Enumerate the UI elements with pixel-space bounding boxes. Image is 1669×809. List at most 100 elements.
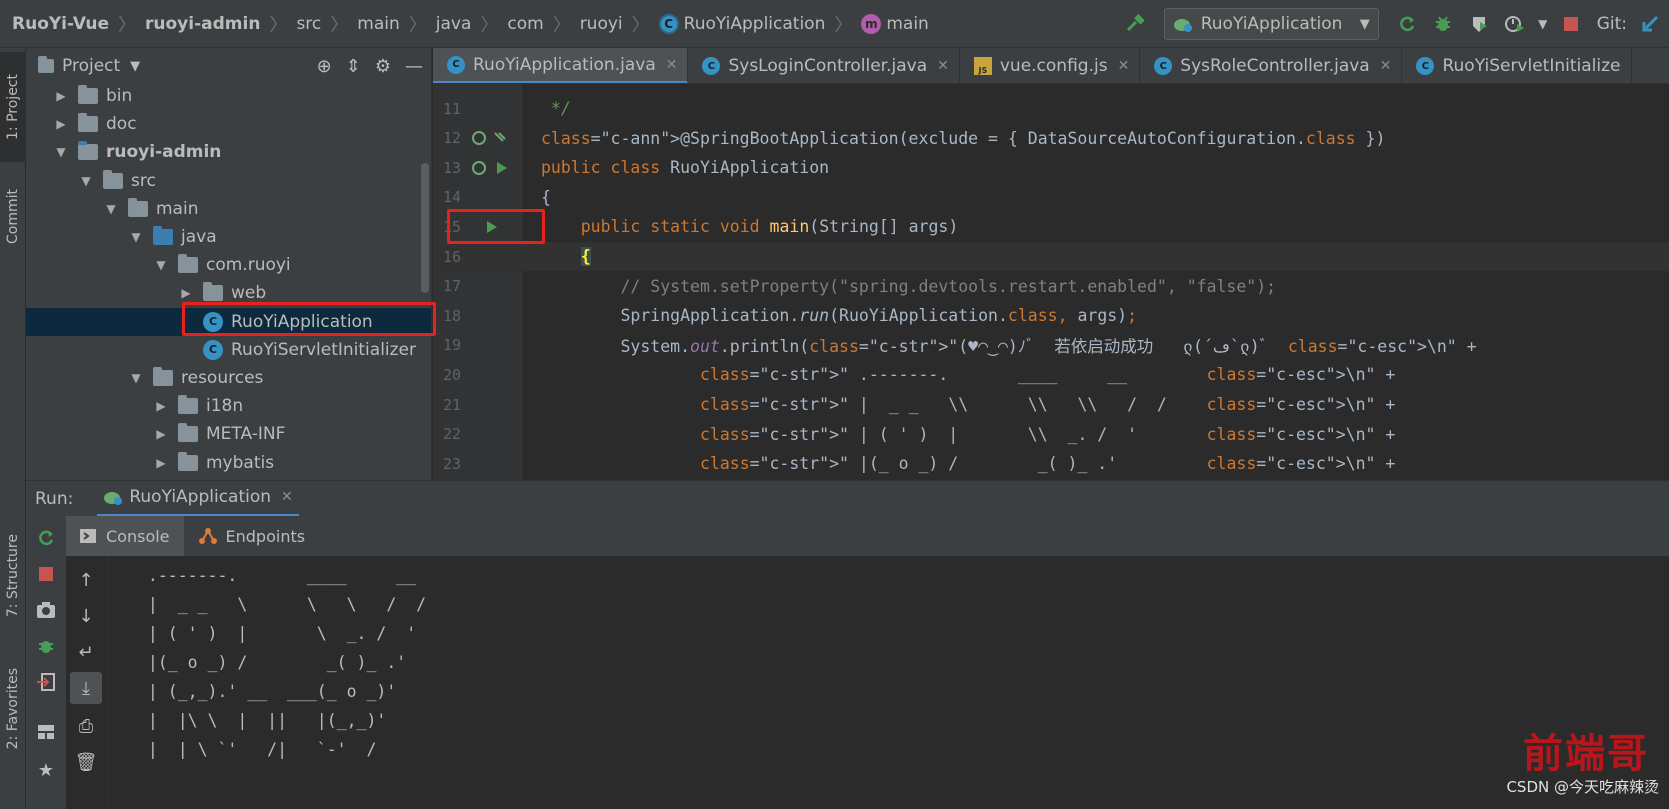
debug-icon[interactable] [1428, 9, 1458, 39]
code-line[interactable]: 17 // System.setProperty("spring.devtool… [433, 272, 1669, 301]
tree-item-doc[interactable]: ▶ doc [26, 110, 431, 138]
camera-icon[interactable] [26, 594, 66, 626]
tree-item-bin[interactable]: ▶ bin [26, 84, 431, 110]
console-output[interactable]: .-------. ____ __ | _ _ \ \ \ / / | ( ' … [108, 556, 1669, 809]
locate-icon[interactable]: ⊕ [317, 56, 332, 77]
rerun-icon[interactable] [1392, 9, 1422, 39]
tab-ruoyiapplication-java[interactable]: C RuoYiApplication.java ✕ [433, 48, 689, 83]
run-configuration-select[interactable]: RuoYiApplication ▼ [1163, 8, 1379, 40]
tab-console[interactable]: Console [66, 516, 184, 556]
code-line[interactable]: 21 class="c-str">" | _ _ \\ \\ \\ / / cl… [433, 390, 1669, 419]
chevron-right-icon[interactable]: ▶ [154, 456, 168, 470]
tab-project[interactable]: 1: Project [0, 52, 26, 162]
chevron-down-icon[interactable]: ▼ [154, 258, 168, 272]
tab-favorites[interactable]: 2: Favorites [0, 654, 26, 764]
breadcrumb-item-ruoyi[interactable]: ruoyi [580, 14, 623, 34]
chevron-down-icon[interactable]: ▼ [129, 230, 143, 244]
project-tree-scrollbar[interactable] [421, 163, 429, 293]
close-icon[interactable]: ✕ [281, 489, 293, 505]
layout-icon[interactable] [26, 716, 66, 748]
git-update-icon[interactable] [1636, 9, 1666, 39]
hammer-icon[interactable] [1121, 9, 1151, 39]
chevron-right-icon[interactable]: ▶ [54, 117, 68, 131]
gear-icon[interactable]: ⚙ [375, 56, 391, 77]
scroll-to-end-icon[interactable]: ⤓ [70, 672, 102, 704]
pin-icon[interactable]: ★ [26, 754, 66, 786]
breadcrumb-item-module[interactable]: ruoyi-admin [145, 14, 260, 34]
code-line[interactable]: 22 class="c-str">" | ( ' ) | \\ _. / ' c… [433, 420, 1669, 449]
close-icon[interactable]: ✕ [666, 57, 678, 73]
tree-item-resources[interactable]: ▼ resources [26, 364, 431, 392]
arrow-down-icon[interactable]: ↓ [66, 600, 106, 632]
chevron-down-icon[interactable]: ▼ [129, 371, 143, 385]
breadcrumb-item-method[interactable]: m main [861, 13, 929, 34]
profile-icon[interactable] [1500, 9, 1530, 39]
collapse-all-icon[interactable]: ⇕ [346, 56, 361, 77]
project-panel-title[interactable]: Project [62, 56, 120, 76]
run-tab-ruoyiapplication[interactable]: RuoYiApplication ✕ [97, 481, 299, 517]
rerun-icon[interactable] [26, 522, 66, 554]
breadcrumb-item-java[interactable]: java [436, 14, 472, 34]
tab-commit[interactable]: Commit [0, 174, 26, 258]
chevron-down-icon[interactable]: ▼ [54, 145, 68, 159]
code-line[interactable]: 23 class="c-str">" |(_ o _) / _( )_ .' c… [433, 449, 1669, 478]
tree-item-mybatis[interactable]: ▶ mybatis [26, 449, 431, 477]
trash-icon[interactable]: 🗑 [66, 746, 106, 778]
login-icon[interactable] [26, 666, 66, 698]
code-editor[interactable]: 11 */ 12 class="c-ann">@SpringBootApplicat… [433, 84, 1669, 480]
code-line[interactable]: 19 System.out.println(class="c-str">"(♥◠… [433, 331, 1669, 360]
print-icon[interactable]: ⎙ [66, 710, 106, 742]
chevron-right-icon[interactable]: ▶ [179, 286, 193, 300]
code-line[interactable]: 20 class="c-str">" .-------. ____ __ cla… [433, 360, 1669, 389]
tab-structure[interactable]: 7: Structure [0, 518, 26, 634]
tab-ruoyiservletinitializer-java[interactable]: C RuoYiServletInitialize [1402, 48, 1632, 83]
tab-endpoints[interactable]: Endpoints [184, 516, 320, 556]
tree-item-com-ruoyi[interactable]: ▼ com.ruoyi [26, 251, 431, 279]
breadcrumb-item-project[interactable]: RuoYi-Vue [12, 14, 109, 34]
close-icon[interactable]: ✕ [937, 58, 949, 74]
tab-sysrolecontroller-java[interactable]: C SysRoleController.java ✕ [1140, 48, 1403, 83]
run-gutter-icon[interactable] [471, 159, 515, 177]
chevron-down-icon[interactable]: ▼ [104, 202, 118, 216]
code-line[interactable]: 11 */ [433, 94, 1669, 123]
code-line[interactable]: 16 { [433, 242, 1669, 271]
tree-item-java[interactable]: ▼ java [26, 223, 431, 251]
chevron-right-icon[interactable]: ▶ [154, 399, 168, 413]
bean-icon[interactable] [471, 129, 515, 147]
tree-item-meta-inf[interactable]: ▶ META-INF [26, 420, 431, 448]
line-number: 20 [442, 365, 461, 384]
code-line[interactable]: 12 class="c-ann">@SpringBootApplication(e… [433, 124, 1669, 153]
coverage-icon[interactable] [1464, 9, 1494, 39]
run-gutter-icon[interactable] [487, 220, 497, 233]
close-icon[interactable]: ✕ [1380, 58, 1392, 74]
stop-icon[interactable] [1556, 9, 1586, 39]
breadcrumb-item-main[interactable]: main [357, 14, 399, 34]
chevron-down-icon[interactable]: ▼ [79, 174, 93, 188]
tree-item-web[interactable]: ▶ web [26, 279, 431, 307]
tree-item-i18n[interactable]: ▶ i18n [26, 392, 431, 420]
code-line[interactable]: 15 public static void main(String[] args… [433, 212, 1669, 241]
debug-icon[interactable] [26, 630, 66, 662]
tree-item-ruoyiservletinitializer[interactable]: C RuoYiServletInitializer [26, 336, 431, 364]
soft-wrap-icon[interactable]: ↵ [66, 636, 106, 668]
breadcrumb-item-src[interactable]: src [296, 14, 321, 34]
code-line[interactable]: 14 { [433, 183, 1669, 212]
tree-item-main[interactable]: ▼ main [26, 195, 431, 223]
tab-syslogincontroller-java[interactable]: C SysLoginController.java ✕ [688, 48, 960, 83]
breadcrumb-item-class[interactable]: C RuoYiApplication [658, 13, 825, 34]
tree-item-ruoyiapplication[interactable]: C RuoYiApplication [26, 307, 431, 336]
minimize-icon[interactable]: — [405, 56, 423, 77]
chevron-down-icon[interactable]: ▼ [1536, 9, 1550, 39]
chevron-right-icon[interactable]: ▶ [154, 427, 168, 441]
stop-icon[interactable] [26, 558, 66, 590]
code-line[interactable]: 18 SpringApplication.run(RuoYiApplicatio… [433, 301, 1669, 330]
code-line[interactable]: 13 public class RuoYiApplication [433, 153, 1669, 182]
chevron-right-icon[interactable]: ▶ [54, 89, 68, 103]
tree-item-ruoyi-admin[interactable]: ▼ ruoyi-admin [26, 138, 431, 166]
tree-item-src[interactable]: ▼ src [26, 167, 431, 195]
arrow-up-icon[interactable]: ↑ [66, 564, 106, 596]
breadcrumb-item-com[interactable]: com [507, 14, 543, 34]
chevron-down-icon[interactable]: ▼ [130, 59, 140, 74]
tab-vue-config-js[interactable]: JS vue.config.js ✕ [960, 48, 1141, 83]
close-icon[interactable]: ✕ [1118, 58, 1130, 74]
